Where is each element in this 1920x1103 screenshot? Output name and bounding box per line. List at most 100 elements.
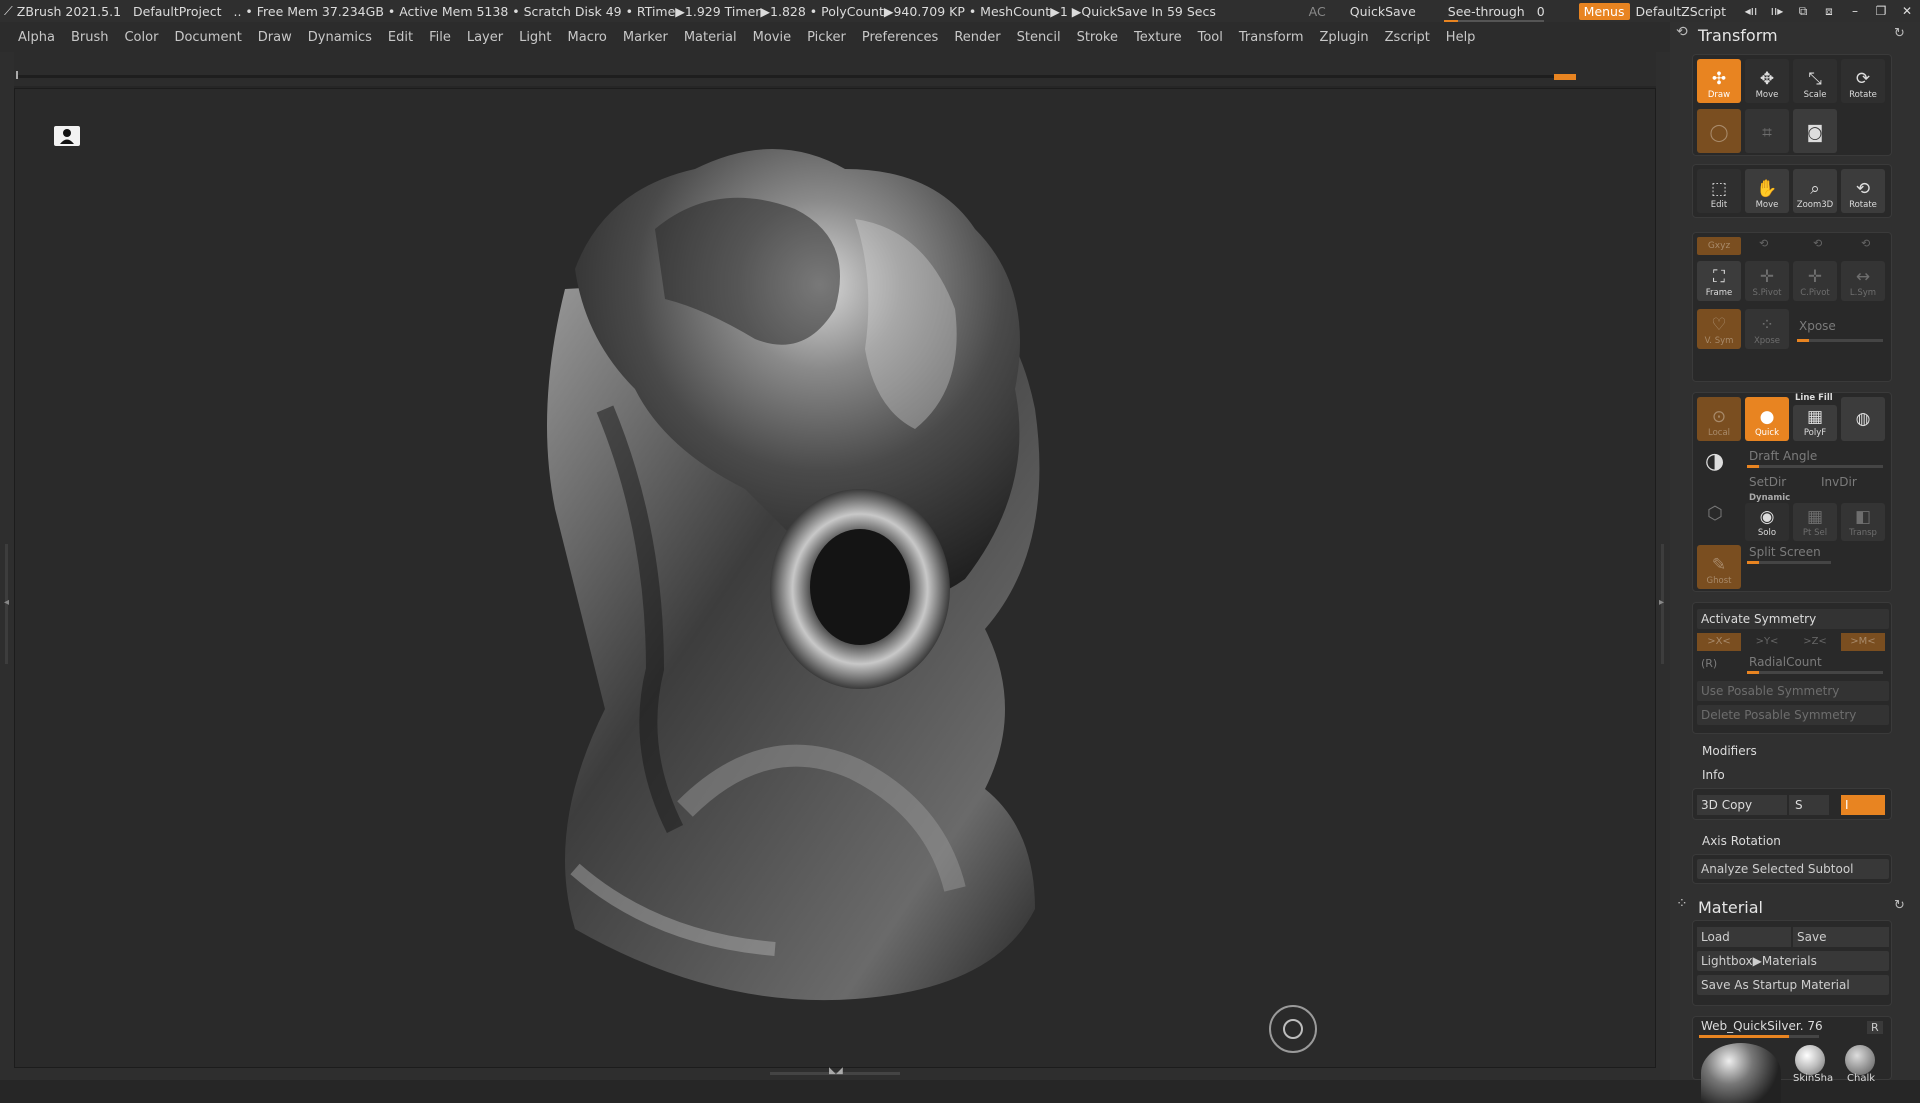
- menu-zscript[interactable]: Zscript: [1385, 30, 1430, 45]
- zoom3d-button[interactable]: ⌕ Zoom3D: [1793, 169, 1837, 213]
- timeline-track[interactable]: [0, 52, 1670, 86]
- default-zscript-button[interactable]: DefaultZScript: [1636, 4, 1727, 19]
- menu-layer[interactable]: Layer: [467, 30, 503, 45]
- delete-posable-symmetry-button[interactable]: Delete Posable Symmetry: [1697, 705, 1889, 725]
- invdir-button[interactable]: InvDir: [1821, 475, 1857, 489]
- right-tray-divider[interactable]: ▸: [1656, 52, 1670, 1080]
- menu-tool[interactable]: Tool: [1198, 30, 1223, 45]
- xpose-button[interactable]: ⁘ Xpose: [1745, 309, 1789, 349]
- navigation-gizmo[interactable]: [1269, 1005, 1317, 1053]
- lightbox-materials-button[interactable]: Lightbox▶Materials: [1697, 951, 1889, 971]
- edit-gizmo-button[interactable]: ⌗: [1745, 109, 1789, 153]
- material-preview-sphere[interactable]: [1701, 1043, 1781, 1103]
- edit-button[interactable]: ⬚ Edit: [1697, 169, 1741, 213]
- vsym-button[interactable]: ♡ V. Sym: [1697, 309, 1741, 349]
- copy3d-i-button[interactable]: I: [1841, 795, 1885, 815]
- user-icon[interactable]: [54, 126, 80, 146]
- axis-icon-2[interactable]: ⟲: [1813, 237, 1822, 250]
- sculpt-toggle-button[interactable]: ◯: [1697, 109, 1741, 153]
- sym-x-button[interactable]: >X<: [1697, 633, 1741, 651]
- menu-marker[interactable]: Marker: [623, 30, 668, 45]
- material-save-button[interactable]: Save: [1793, 927, 1889, 947]
- material-load-button[interactable]: Load: [1697, 927, 1791, 947]
- split-screen-slider[interactable]: [1747, 561, 1831, 564]
- info-subpalette[interactable]: Info: [1702, 768, 1725, 782]
- sym-y-button[interactable]: >Y<: [1745, 633, 1789, 651]
- sym-z-button[interactable]: >Z<: [1793, 633, 1837, 651]
- menu-render[interactable]: Render: [954, 30, 1000, 45]
- contrast-icon[interactable]: ◑: [1705, 449, 1724, 474]
- menu-stroke[interactable]: Stroke: [1077, 30, 1118, 45]
- see-through-slider[interactable]: See-through 0: [1442, 4, 1551, 23]
- maximize-icon[interactable]: ❐: [1868, 4, 1894, 18]
- bottom-tray[interactable]: ◣◢: [14, 1066, 1656, 1080]
- polyf-button[interactable]: ▦ PolyF: [1793, 405, 1837, 441]
- ptsel-button[interactable]: ▦ Pt Sel: [1793, 503, 1837, 541]
- minimize-icon[interactable]: –: [1842, 4, 1868, 18]
- material-r-button[interactable]: R: [1867, 1021, 1883, 1034]
- solo-button[interactable]: ◉ Solo: [1745, 503, 1789, 541]
- menu-color[interactable]: Color: [124, 30, 158, 45]
- menu-picker[interactable]: Picker: [807, 30, 846, 45]
- modifiers-subpalette[interactable]: Modifiers: [1702, 744, 1757, 758]
- axis-icon-1[interactable]: ⟲: [1759, 237, 1768, 250]
- material-title[interactable]: Material: [1698, 898, 1763, 917]
- menu-alpha[interactable]: Alpha: [18, 30, 55, 45]
- quick-button[interactable]: ● Quick: [1745, 397, 1789, 441]
- menu-light[interactable]: Light: [519, 30, 551, 45]
- rotate-mode-button[interactable]: ⟳ Rotate: [1841, 59, 1885, 103]
- cpivot-button[interactable]: ✛ C.Pivot: [1793, 261, 1837, 301]
- transform-refresh-icon[interactable]: ↻: [1894, 26, 1905, 41]
- draw-button[interactable]: ✣ Draw: [1697, 59, 1741, 103]
- xpose-slider[interactable]: [1797, 339, 1883, 342]
- layout-switch-icon[interactable]: ⧈: [1816, 4, 1842, 19]
- snapshot-button[interactable]: ◙: [1793, 109, 1837, 153]
- chalk-thumb[interactable]: [1845, 1045, 1875, 1075]
- use-posable-symmetry-button[interactable]: Use Posable Symmetry: [1697, 681, 1889, 701]
- radial-count-slider[interactable]: [1747, 671, 1883, 674]
- sphere-button[interactable]: ◍: [1841, 397, 1885, 441]
- menu-document[interactable]: Document: [174, 30, 241, 45]
- axis-rotation-subpalette[interactable]: Axis Rotation: [1702, 834, 1781, 848]
- skinshade-thumb[interactable]: [1795, 1045, 1825, 1075]
- material-refresh-icon[interactable]: ↻: [1894, 898, 1905, 913]
- layout-toggle-icon[interactable]: ⧉: [1790, 4, 1816, 19]
- frame-button[interactable]: ⛶ Frame: [1697, 261, 1741, 301]
- activate-symmetry-button[interactable]: Activate Symmetry: [1697, 609, 1889, 629]
- menu-file[interactable]: File: [429, 30, 451, 45]
- menu-brush[interactable]: Brush: [71, 30, 109, 45]
- menu-macro[interactable]: Macro: [568, 30, 607, 45]
- menu-help[interactable]: Help: [1446, 30, 1476, 45]
- close-icon[interactable]: ✕: [1894, 4, 1920, 18]
- scale-mode-button[interactable]: ⤡ Scale: [1793, 59, 1837, 103]
- sym-m-button[interactable]: >M<: [1841, 633, 1885, 651]
- setdir-button[interactable]: SetDir: [1749, 475, 1786, 489]
- axis-icon-3[interactable]: ⟲: [1861, 237, 1870, 250]
- menu-transform[interactable]: Transform: [1239, 30, 1304, 45]
- quicksave-button[interactable]: QuickSave: [1350, 4, 1416, 19]
- sculpt-model[interactable]: [515, 109, 1155, 1029]
- spivot-button[interactable]: ✛ S.Pivot: [1745, 261, 1789, 301]
- transp-button[interactable]: ◧ Transp: [1841, 503, 1885, 541]
- cube-icon[interactable]: ⬡: [1707, 503, 1723, 524]
- transform-title[interactable]: Transform: [1698, 26, 1778, 45]
- menu-material[interactable]: Material: [684, 30, 737, 45]
- menu-draw[interactable]: Draw: [258, 30, 292, 45]
- ac-label[interactable]: AC: [1309, 4, 1326, 19]
- lsym-button[interactable]: ↔ L.Sym: [1841, 261, 1885, 301]
- copy3d-button[interactable]: 3D Copy: [1697, 795, 1787, 815]
- menu-movie[interactable]: Movie: [753, 30, 791, 45]
- analyze-selected-subtool-button[interactable]: Analyze Selected Subtool: [1697, 859, 1889, 879]
- menu-dynamics[interactable]: Dynamics: [308, 30, 372, 45]
- menu-edit[interactable]: Edit: [388, 30, 413, 45]
- move-view-button[interactable]: ✋ Move: [1745, 169, 1789, 213]
- save-as-startup-material-button[interactable]: Save As Startup Material: [1697, 975, 1889, 995]
- timeline-marker[interactable]: [1554, 74, 1576, 80]
- menu-texture[interactable]: Texture: [1134, 30, 1182, 45]
- draft-angle-slider[interactable]: [1747, 465, 1883, 468]
- canvas-viewport[interactable]: [14, 88, 1656, 1068]
- layout-left-icon[interactable]: ◂ıı: [1738, 4, 1764, 18]
- move-mode-button[interactable]: ✥ Move: [1745, 59, 1789, 103]
- ghost-button[interactable]: ✎ Ghost: [1697, 545, 1741, 589]
- material-slider[interactable]: [1699, 1035, 1819, 1038]
